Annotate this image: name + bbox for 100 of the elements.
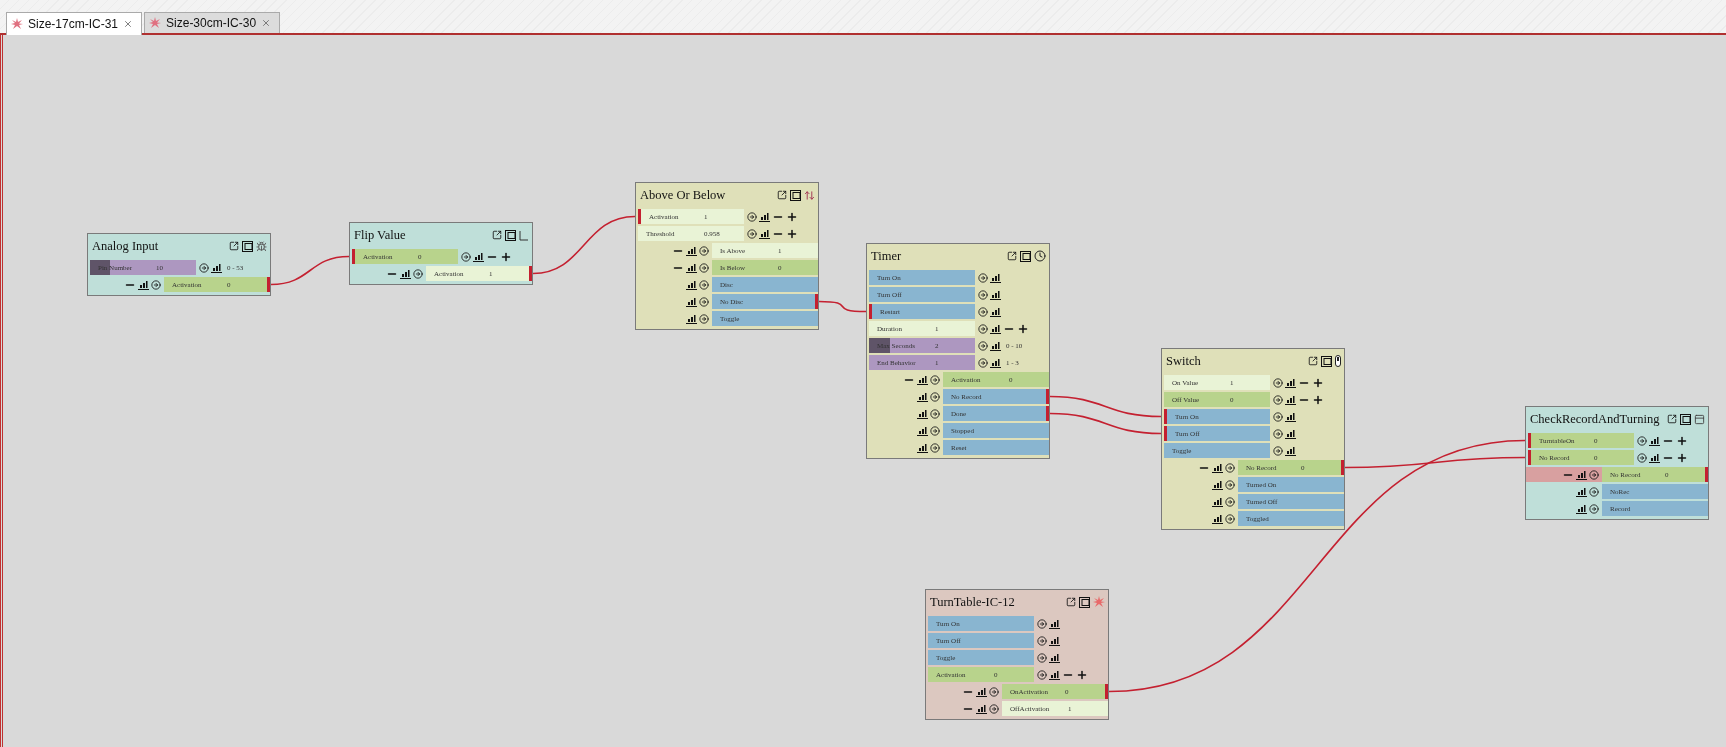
bar-chart-icon[interactable] bbox=[1049, 618, 1060, 629]
port-icon[interactable] bbox=[930, 391, 940, 402]
port-icon[interactable] bbox=[699, 262, 709, 273]
bar-chart-icon[interactable] bbox=[1285, 411, 1296, 422]
plus-icon[interactable] bbox=[1312, 376, 1324, 389]
bar-chart-icon[interactable] bbox=[686, 296, 697, 307]
port-icon[interactable] bbox=[699, 313, 709, 324]
port-icon[interactable] bbox=[461, 251, 471, 262]
port-icon[interactable] bbox=[747, 228, 757, 239]
plus-icon[interactable] bbox=[1017, 322, 1029, 335]
bar-chart-icon[interactable] bbox=[138, 279, 149, 290]
bar-chart-icon[interactable] bbox=[917, 391, 928, 402]
port-icon[interactable] bbox=[1273, 445, 1283, 456]
port-icon[interactable] bbox=[1637, 435, 1647, 446]
port-icon[interactable] bbox=[978, 289, 988, 300]
port-icon[interactable] bbox=[747, 211, 757, 222]
bar-chart-icon[interactable] bbox=[976, 686, 987, 697]
port-icon[interactable] bbox=[978, 306, 988, 317]
plus-icon[interactable] bbox=[1676, 434, 1688, 447]
port-icon[interactable] bbox=[1225, 496, 1235, 507]
open-external-icon[interactable] bbox=[492, 230, 502, 240]
port-icon[interactable] bbox=[1273, 428, 1283, 439]
bar-chart-icon[interactable] bbox=[1285, 377, 1296, 388]
plus-icon[interactable] bbox=[1312, 393, 1324, 406]
port-icon[interactable] bbox=[989, 703, 999, 714]
bar-chart-icon[interactable] bbox=[686, 262, 697, 273]
bar-chart-icon[interactable] bbox=[1285, 394, 1296, 405]
bar-chart-icon[interactable] bbox=[759, 211, 770, 222]
open-external-icon[interactable] bbox=[777, 190, 787, 200]
bar-chart-icon[interactable] bbox=[1285, 445, 1296, 456]
open-external-icon[interactable] bbox=[1308, 356, 1318, 366]
bar-chart-icon[interactable] bbox=[1212, 513, 1223, 524]
port-icon[interactable] bbox=[930, 425, 940, 436]
plus-icon[interactable] bbox=[786, 227, 798, 240]
port-icon[interactable] bbox=[930, 442, 940, 453]
port-icon[interactable] bbox=[413, 268, 423, 279]
frame-icon[interactable] bbox=[1321, 355, 1332, 367]
port-icon[interactable] bbox=[199, 262, 209, 273]
port-icon[interactable] bbox=[1037, 635, 1047, 646]
bar-chart-icon[interactable] bbox=[1576, 469, 1587, 480]
port-icon[interactable] bbox=[1589, 469, 1599, 480]
bar-chart-icon[interactable] bbox=[759, 228, 770, 239]
close-icon[interactable] bbox=[261, 18, 272, 28]
bar-chart-icon[interactable] bbox=[686, 279, 697, 290]
open-external-icon[interactable] bbox=[1066, 597, 1076, 607]
frame-icon[interactable] bbox=[790, 189, 801, 201]
bar-chart-icon[interactable] bbox=[211, 262, 222, 273]
document-tab[interactable]: Size-17cm-IC-31 bbox=[6, 12, 143, 35]
bar-chart-icon[interactable] bbox=[1212, 462, 1223, 473]
port-icon[interactable] bbox=[1037, 669, 1047, 680]
port-icon[interactable] bbox=[989, 686, 999, 697]
port-icon[interactable] bbox=[1225, 462, 1235, 473]
port-icon[interactable] bbox=[1037, 652, 1047, 663]
bar-chart-icon[interactable] bbox=[686, 313, 697, 324]
frame-icon[interactable] bbox=[1079, 596, 1090, 608]
bar-chart-icon[interactable] bbox=[917, 408, 928, 419]
bar-chart-icon[interactable] bbox=[917, 425, 928, 436]
port-icon[interactable] bbox=[978, 357, 988, 368]
frame-icon[interactable] bbox=[242, 240, 253, 252]
port-icon[interactable] bbox=[1589, 503, 1599, 514]
bar-chart-icon[interactable] bbox=[1049, 635, 1060, 646]
port-icon[interactable] bbox=[699, 279, 709, 290]
bar-chart-icon[interactable] bbox=[990, 340, 1001, 351]
port-icon[interactable] bbox=[1273, 411, 1283, 422]
bar-chart-icon[interactable] bbox=[990, 272, 1001, 283]
open-external-icon[interactable] bbox=[1007, 251, 1017, 261]
port-icon[interactable] bbox=[699, 245, 709, 256]
bar-chart-icon[interactable] bbox=[1212, 479, 1223, 490]
port-icon[interactable] bbox=[1225, 513, 1235, 524]
bar-chart-icon[interactable] bbox=[1576, 503, 1587, 514]
port-icon[interactable] bbox=[930, 408, 940, 419]
bar-chart-icon[interactable] bbox=[917, 442, 928, 453]
bar-chart-icon[interactable] bbox=[1049, 652, 1060, 663]
port-icon[interactable] bbox=[151, 279, 161, 290]
port-icon[interactable] bbox=[1637, 452, 1647, 463]
open-external-icon[interactable] bbox=[229, 241, 239, 251]
close-icon[interactable] bbox=[123, 19, 134, 29]
port-icon[interactable] bbox=[1225, 479, 1235, 490]
port-icon[interactable] bbox=[1273, 377, 1283, 388]
document-tab[interactable]: Size-30cm-IC-30 bbox=[144, 12, 281, 33]
bar-chart-icon[interactable] bbox=[1649, 452, 1660, 463]
port-icon[interactable] bbox=[930, 374, 940, 385]
port-icon[interactable] bbox=[1273, 394, 1283, 405]
frame-icon[interactable] bbox=[1020, 250, 1031, 262]
plus-icon[interactable] bbox=[1676, 451, 1688, 464]
frame-icon[interactable] bbox=[505, 229, 516, 241]
bar-chart-icon[interactable] bbox=[990, 357, 1001, 368]
frame-icon[interactable] bbox=[1680, 413, 1691, 425]
bar-chart-icon[interactable] bbox=[976, 703, 987, 714]
bar-chart-icon[interactable] bbox=[990, 323, 1001, 334]
bar-chart-icon[interactable] bbox=[1649, 435, 1660, 446]
bar-chart-icon[interactable] bbox=[1212, 496, 1223, 507]
port-icon[interactable] bbox=[978, 340, 988, 351]
port-icon[interactable] bbox=[978, 323, 988, 334]
port-icon[interactable] bbox=[699, 296, 709, 307]
port-icon[interactable] bbox=[1037, 618, 1047, 629]
bar-chart-icon[interactable] bbox=[1285, 428, 1296, 439]
plus-icon[interactable] bbox=[500, 250, 512, 263]
bar-chart-icon[interactable] bbox=[1576, 486, 1587, 497]
plus-icon[interactable] bbox=[786, 210, 798, 223]
